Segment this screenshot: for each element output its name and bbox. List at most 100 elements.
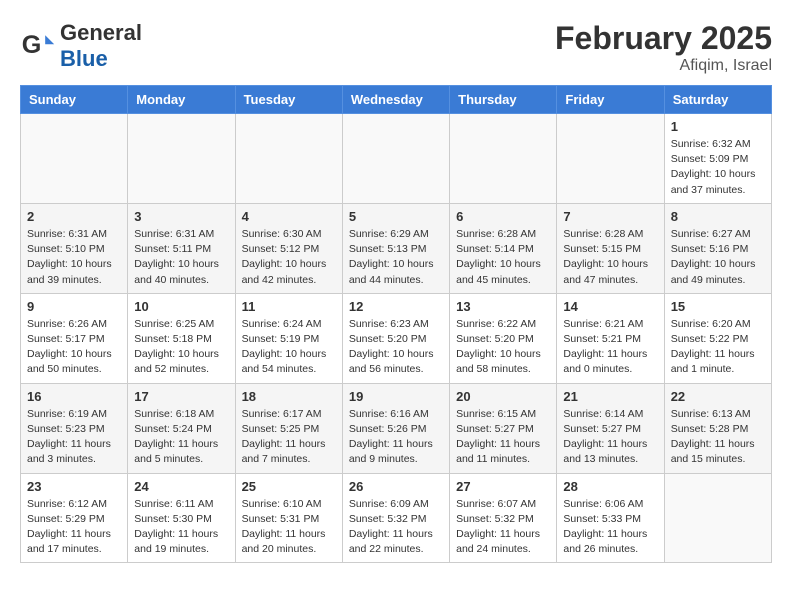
day-number: 8 xyxy=(671,209,765,224)
calendar-table: SundayMondayTuesdayWednesdayThursdayFrid… xyxy=(20,85,772,563)
day-info: Sunrise: 6:06 AM Sunset: 5:33 PM Dayligh… xyxy=(563,497,657,558)
weekday-header-monday: Monday xyxy=(128,86,235,114)
day-info: Sunrise: 6:26 AM Sunset: 5:17 PM Dayligh… xyxy=(27,317,121,378)
day-info: Sunrise: 6:15 AM Sunset: 5:27 PM Dayligh… xyxy=(456,407,550,468)
calendar-day-cell: 27 Sunrise: 6:07 AM Sunset: 5:32 PM Dayli… xyxy=(450,473,557,563)
calendar-day-cell: 15 Sunrise: 6:20 AM Sunset: 5:22 PM Dayli… xyxy=(664,293,771,383)
weekday-header-wednesday: Wednesday xyxy=(342,86,449,114)
location-subtitle: Afiqim, Israel xyxy=(555,57,772,75)
day-number: 21 xyxy=(563,389,657,404)
calendar-day-cell: 10 Sunrise: 6:25 AM Sunset: 5:18 PM Dayli… xyxy=(128,293,235,383)
day-number: 28 xyxy=(563,479,657,494)
day-number: 22 xyxy=(671,389,765,404)
calendar-day-cell: 23 Sunrise: 6:12 AM Sunset: 5:29 PM Dayli… xyxy=(21,473,128,563)
day-number: 2 xyxy=(27,209,121,224)
day-number: 26 xyxy=(349,479,443,494)
title-area: February 2025 Afiqim, Israel xyxy=(555,20,772,75)
calendar-day-cell: 28 Sunrise: 6:06 AM Sunset: 5:33 PM Dayli… xyxy=(557,473,664,563)
calendar-day-cell: 1Sunrise: 6:32 AM Sunset: 5:09 PM Daylig… xyxy=(664,114,771,204)
day-info: Sunrise: 6:30 AM Sunset: 5:12 PM Dayligh… xyxy=(242,227,336,288)
calendar-header-row: SundayMondayTuesdayWednesdayThursdayFrid… xyxy=(21,86,772,114)
calendar-day-cell: 3 Sunrise: 6:31 AM Sunset: 5:11 PM Daylig… xyxy=(128,203,235,293)
calendar-day-cell: 24 Sunrise: 6:11 AM Sunset: 5:30 PM Dayli… xyxy=(128,473,235,563)
calendar-week-5: 23 Sunrise: 6:12 AM Sunset: 5:29 PM Dayli… xyxy=(21,473,772,563)
weekday-header-thursday: Thursday xyxy=(450,86,557,114)
svg-text:G: G xyxy=(22,31,42,59)
day-number: 3 xyxy=(134,209,228,224)
weekday-header-sunday: Sunday xyxy=(21,86,128,114)
day-number: 5 xyxy=(349,209,443,224)
day-info: Sunrise: 6:28 AM Sunset: 5:14 PM Dayligh… xyxy=(456,227,550,288)
day-info: Sunrise: 6:23 AM Sunset: 5:20 PM Dayligh… xyxy=(349,317,443,378)
day-info: Sunrise: 6:29 AM Sunset: 5:13 PM Dayligh… xyxy=(349,227,443,288)
calendar-day-cell: 12 Sunrise: 6:23 AM Sunset: 5:20 PM Dayli… xyxy=(342,293,449,383)
day-info: Sunrise: 6:12 AM Sunset: 5:29 PM Dayligh… xyxy=(27,497,121,558)
logo-general: General xyxy=(60,20,142,45)
calendar-day-cell: 17 Sunrise: 6:18 AM Sunset: 5:24 PM Dayli… xyxy=(128,383,235,473)
day-number: 23 xyxy=(27,479,121,494)
day-number: 24 xyxy=(134,479,228,494)
calendar-day-cell: 20Sunrise: 6:15 AM Sunset: 5:27 PM Dayli… xyxy=(450,383,557,473)
day-number: 7 xyxy=(563,209,657,224)
day-number: 17 xyxy=(134,389,228,404)
calendar-day-cell: 25Sunrise: 6:10 AM Sunset: 5:31 PM Dayli… xyxy=(235,473,342,563)
day-info: Sunrise: 6:25 AM Sunset: 5:18 PM Dayligh… xyxy=(134,317,228,378)
calendar-day-cell: 21 Sunrise: 6:14 AM Sunset: 5:27 PM Dayli… xyxy=(557,383,664,473)
day-number: 6 xyxy=(456,209,550,224)
day-number: 18 xyxy=(242,389,336,404)
calendar-day-cell: 26 Sunrise: 6:09 AM Sunset: 5:32 PM Dayli… xyxy=(342,473,449,563)
day-info: Sunrise: 6:22 AM Sunset: 5:20 PM Dayligh… xyxy=(456,317,550,378)
day-number: 16 xyxy=(27,389,121,404)
calendar-day-cell: 5 Sunrise: 6:29 AM Sunset: 5:13 PM Daylig… xyxy=(342,203,449,293)
calendar-day-cell: 4 Sunrise: 6:30 AM Sunset: 5:12 PM Daylig… xyxy=(235,203,342,293)
month-year-title: February 2025 xyxy=(555,20,772,57)
calendar-day-cell xyxy=(235,114,342,204)
calendar-day-cell: 11 Sunrise: 6:24 AM Sunset: 5:19 PM Dayli… xyxy=(235,293,342,383)
day-number: 25 xyxy=(242,479,336,494)
day-number: 11 xyxy=(242,299,336,314)
calendar-day-cell: 14 Sunrise: 6:21 AM Sunset: 5:21 PM Dayli… xyxy=(557,293,664,383)
calendar-day-cell: 16 Sunrise: 6:19 AM Sunset: 5:23 PM Dayli… xyxy=(21,383,128,473)
day-number: 14 xyxy=(563,299,657,314)
day-number: 15 xyxy=(671,299,765,314)
weekday-header-saturday: Saturday xyxy=(664,86,771,114)
weekday-header-friday: Friday xyxy=(557,86,664,114)
day-info: Sunrise: 6:19 AM Sunset: 5:23 PM Dayligh… xyxy=(27,407,121,468)
day-info: Sunrise: 6:18 AM Sunset: 5:24 PM Dayligh… xyxy=(134,407,228,468)
day-info: Sunrise: 6:20 AM Sunset: 5:22 PM Dayligh… xyxy=(671,317,765,378)
logo-icon: G xyxy=(20,28,56,64)
day-info: Sunrise: 6:17 AM Sunset: 5:25 PM Dayligh… xyxy=(242,407,336,468)
day-info: Sunrise: 6:09 AM Sunset: 5:32 PM Dayligh… xyxy=(349,497,443,558)
calendar-day-cell: 7Sunrise: 6:28 AM Sunset: 5:15 PM Daylig… xyxy=(557,203,664,293)
day-info: Sunrise: 6:31 AM Sunset: 5:11 PM Dayligh… xyxy=(134,227,228,288)
calendar-week-1: 1Sunrise: 6:32 AM Sunset: 5:09 PM Daylig… xyxy=(21,114,772,204)
calendar-day-cell: 9Sunrise: 6:26 AM Sunset: 5:17 PM Daylig… xyxy=(21,293,128,383)
day-number: 10 xyxy=(134,299,228,314)
calendar-week-2: 2 Sunrise: 6:31 AM Sunset: 5:10 PM Daylig… xyxy=(21,203,772,293)
day-info: Sunrise: 6:14 AM Sunset: 5:27 PM Dayligh… xyxy=(563,407,657,468)
logo: G General Blue xyxy=(20,20,142,72)
day-number: 12 xyxy=(349,299,443,314)
calendar-day-cell xyxy=(21,114,128,204)
calendar-day-cell xyxy=(450,114,557,204)
day-number: 4 xyxy=(242,209,336,224)
day-info: Sunrise: 6:27 AM Sunset: 5:16 PM Dayligh… xyxy=(671,227,765,288)
calendar-week-4: 16 Sunrise: 6:19 AM Sunset: 5:23 PM Dayli… xyxy=(21,383,772,473)
logo-blue: Blue xyxy=(60,46,108,71)
calendar-day-cell: 22Sunrise: 6:13 AM Sunset: 5:28 PM Dayli… xyxy=(664,383,771,473)
day-info: Sunrise: 6:07 AM Sunset: 5:32 PM Dayligh… xyxy=(456,497,550,558)
day-number: 19 xyxy=(349,389,443,404)
weekday-header-tuesday: Tuesday xyxy=(235,86,342,114)
calendar-week-3: 9Sunrise: 6:26 AM Sunset: 5:17 PM Daylig… xyxy=(21,293,772,383)
calendar-day-cell xyxy=(557,114,664,204)
calendar-day-cell: 8 Sunrise: 6:27 AM Sunset: 5:16 PM Daylig… xyxy=(664,203,771,293)
header: G General Blue February 2025 Afiqim, Isr… xyxy=(20,20,772,75)
day-info: Sunrise: 6:24 AM Sunset: 5:19 PM Dayligh… xyxy=(242,317,336,378)
calendar-day-cell: 13Sunrise: 6:22 AM Sunset: 5:20 PM Dayli… xyxy=(450,293,557,383)
calendar-day-cell xyxy=(128,114,235,204)
day-info: Sunrise: 6:31 AM Sunset: 5:10 PM Dayligh… xyxy=(27,227,121,288)
day-info: Sunrise: 6:21 AM Sunset: 5:21 PM Dayligh… xyxy=(563,317,657,378)
day-info: Sunrise: 6:16 AM Sunset: 5:26 PM Dayligh… xyxy=(349,407,443,468)
day-info: Sunrise: 6:11 AM Sunset: 5:30 PM Dayligh… xyxy=(134,497,228,558)
day-number: 27 xyxy=(456,479,550,494)
